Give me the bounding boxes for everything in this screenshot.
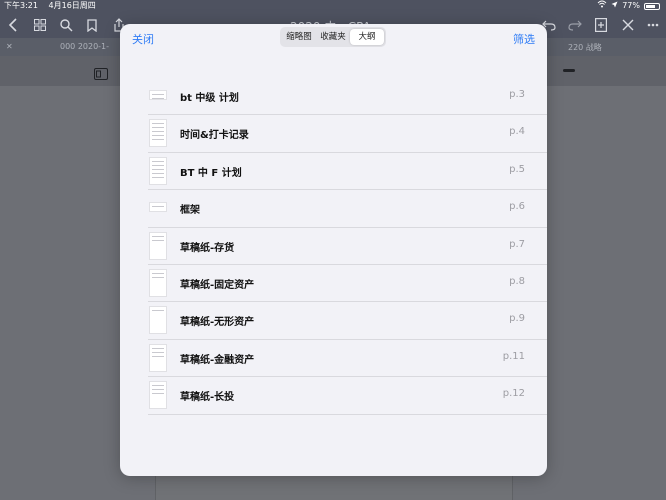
outline-item-title: bt 中级 计划	[180, 93, 239, 104]
add-page-icon[interactable]	[592, 16, 610, 34]
more-icon[interactable]	[644, 16, 662, 34]
page-thumbnail	[149, 306, 167, 335]
segment-outline[interactable]: 大纲	[350, 29, 384, 45]
status-left: 下午3:21 4月16日周四	[4, 0, 104, 12]
search-icon[interactable]	[57, 16, 75, 34]
outline-item[interactable]: bt 中级 计划 p.3	[148, 78, 547, 116]
outline-item[interactable]: 框架 p.6	[148, 190, 547, 228]
outline-item[interactable]: 草稿纸-金融资产 p.11	[148, 340, 547, 378]
segment-thumbnails[interactable]: 缩略图	[282, 29, 316, 45]
page-thumbnail	[149, 156, 167, 185]
outline-modal: 关闭 缩略图 收藏夹 大纲 筛选 bt 中级 计划 p.3 时间&打卡记录 p.…	[120, 24, 547, 476]
status-date: 4月16日周四	[48, 1, 96, 10]
page-thumbnail	[149, 268, 167, 297]
outline-item[interactable]: 时间&打卡记录 p.4	[148, 115, 547, 153]
page-thumbnail	[149, 119, 167, 148]
battery-icon	[644, 2, 660, 10]
outline-item-page: p.8	[509, 275, 525, 287]
outline-item[interactable]: 草稿纸-存货 p.7	[148, 228, 547, 265]
redo-icon[interactable]	[566, 16, 584, 34]
filter-button[interactable]: 筛选	[513, 31, 535, 47]
outline-item[interactable]: BT 中 F 计划 p.5	[148, 153, 547, 191]
outline-item-page: p.9	[509, 313, 525, 325]
reader-mode-icon[interactable]	[94, 65, 108, 84]
page-thumbnail	[149, 202, 167, 213]
outline-item-title: 草稿纸-存货	[180, 242, 235, 254]
bookmark-icon[interactable]	[83, 16, 101, 34]
close-icon[interactable]	[619, 16, 637, 34]
page-thumbnail	[149, 381, 167, 410]
outline-item-page: p.7	[509, 238, 525, 250]
page-thumbnail	[149, 90, 167, 100]
battery-percent: 77%	[622, 1, 640, 10]
wifi-icon	[597, 0, 607, 12]
segment-favorites[interactable]: 收藏夹	[316, 29, 350, 45]
back-chevron-icon[interactable]	[4, 16, 22, 34]
outline-item-page: p.5	[509, 163, 525, 175]
outline-item[interactable]: 草稿纸-长投 p.12	[148, 377, 547, 415]
status-time: 下午3:21	[4, 1, 38, 10]
outline-item-title: 草稿纸-金融资产	[180, 354, 255, 366]
grid-icon[interactable]	[31, 16, 49, 34]
pen-color-swatch[interactable]	[563, 69, 575, 72]
outline-item-page: p.6	[509, 201, 525, 213]
status-bar: 下午3:21 4月16日周四 77%	[0, 0, 666, 12]
outline-item-page: p.12	[502, 388, 525, 400]
outline-item[interactable]: 草稿纸-固定资产 p.8	[148, 265, 547, 303]
page-thumbnail	[149, 231, 167, 260]
modal-header: 关闭 缩略图 收藏夹 大纲 筛选	[120, 24, 547, 52]
location-icon	[611, 0, 618, 12]
page-thumbnail	[149, 343, 167, 372]
outline-item-title: 草稿纸-无形资产	[180, 317, 255, 329]
view-mode-segmented-control: 缩略图 收藏夹 大纲	[280, 27, 386, 47]
outline-item[interactable]: 草稿纸-无形资产 p.9	[148, 302, 547, 340]
outline-item-page: p.3	[509, 89, 525, 100]
tab-document-1[interactable]: 000 2020-1-	[60, 42, 109, 51]
tab-document-2[interactable]: 220 战略	[568, 42, 602, 53]
outline-item-page: p.11	[502, 350, 525, 362]
outline-item-title: 时间&打卡记录	[180, 130, 249, 142]
outline-item-title: 草稿纸-固定资产	[180, 279, 255, 291]
close-button[interactable]: 关闭	[132, 31, 154, 47]
outline-item-page: p.4	[509, 126, 525, 138]
battery-fill	[646, 4, 655, 8]
outline-item-title: 草稿纸-长投	[180, 392, 235, 404]
outline-item-title: BT 中 F 计划	[180, 167, 242, 179]
tab-close-icon[interactable]: ✕	[6, 42, 13, 51]
status-right: 77%	[597, 0, 660, 12]
outline-list: bt 中级 计划 p.3 时间&打卡记录 p.4 BT 中 F 计划 p.5 框…	[148, 78, 547, 415]
outline-item-title: 框架	[180, 205, 200, 217]
